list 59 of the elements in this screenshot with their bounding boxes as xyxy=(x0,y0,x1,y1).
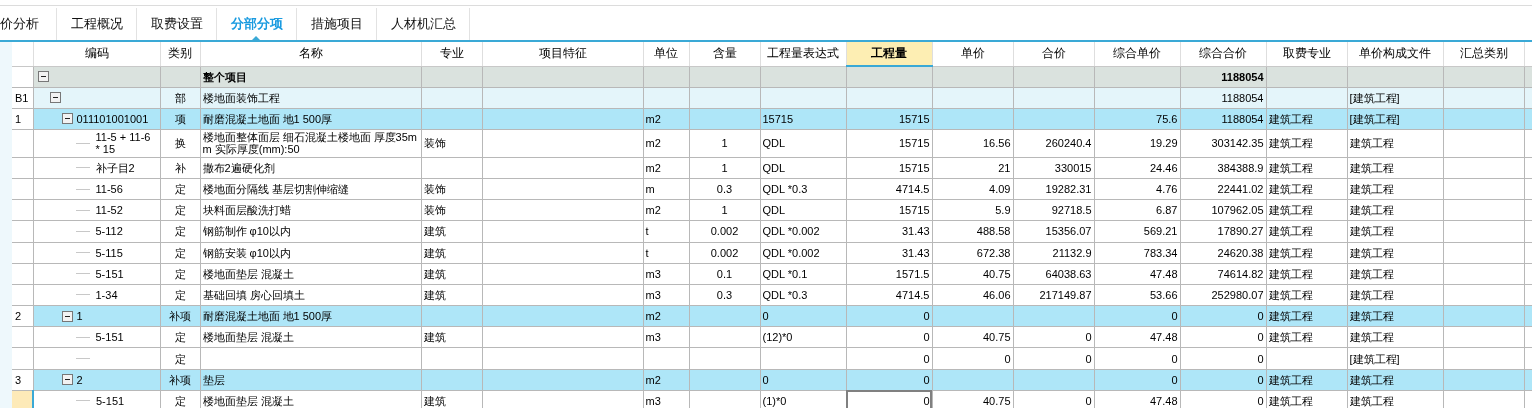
table-cell: 楼地面垫层 混凝土 xyxy=(200,326,421,348)
table-cell: 耐磨混凝土地面 地1 500厚 xyxy=(200,108,421,130)
table-cell: 整个项目 xyxy=(200,66,421,88)
column-header[interactable]: 工程量表达式 xyxy=(760,42,846,66)
table-cell: 钢筋制作 φ10以内 xyxy=(200,220,421,243)
column-header[interactable]: 单位 xyxy=(643,42,689,66)
row-header-cell[interactable]: 1 xyxy=(12,108,33,130)
code-text: 5-151 xyxy=(96,394,125,407)
column-header[interactable]: 汇总类别 xyxy=(1443,42,1524,66)
code-text: 11-5 + 11-6 * 15 xyxy=(95,131,152,156)
table-cell: 装饰 xyxy=(421,129,482,158)
column-header[interactable]: 编码 xyxy=(33,42,160,66)
table-cell: 建筑工程 xyxy=(1266,129,1347,158)
table-cell: 15715 xyxy=(846,129,932,158)
code-text: 补子目2 xyxy=(95,161,135,174)
column-header[interactable]: 单价 xyxy=(932,42,1013,66)
table-cell: 303142.35 xyxy=(1180,129,1266,158)
table-cell: 楼地面分隔线 基层切割伸缩缝 xyxy=(200,178,421,200)
column-header[interactable]: 综合单价 xyxy=(1094,42,1180,66)
table-cell: 1 xyxy=(689,129,760,158)
row-header-cell[interactable]: B1 xyxy=(12,87,33,109)
table-cell: 260240.4 xyxy=(1013,129,1094,158)
code-text: 11-52 xyxy=(95,204,123,217)
column-header[interactable]: 类别 xyxy=(160,42,200,66)
column-header[interactable]: 合价 xyxy=(1013,42,1094,66)
code-text: 5-151 xyxy=(95,267,124,280)
table-cell: 建筑工程 xyxy=(1347,129,1443,158)
table-cell: 钢筋安装 φ10以内 xyxy=(200,242,421,264)
column-header[interactable]: 名称 xyxy=(200,42,421,66)
column-header[interactable]: 工程量 xyxy=(846,42,932,66)
code-text: 5-151 xyxy=(95,331,124,344)
tab[interactable]: 价分析 xyxy=(0,8,57,40)
code-text: 5-112 xyxy=(95,225,123,238)
code-text: 1-34 xyxy=(95,289,118,301)
table-cell: 楼地面装饰工程 xyxy=(200,87,421,109)
table-cell: 基础回填 房心回填土 xyxy=(200,284,421,306)
column-header[interactable]: 项目特征 xyxy=(482,42,643,66)
table-cell: 耐磨混凝土地面 地1 500厚 xyxy=(200,305,421,327)
table-cell: 块料面层酸洗打蜡 xyxy=(200,199,421,221)
table-cell: QDL xyxy=(760,129,846,158)
column-header[interactable]: 单价构成文件 xyxy=(1347,42,1443,66)
table-cell: 楼地面整体面层 细石混凝土楼地面 厚度35mm 实际厚度(mm):50 xyxy=(200,129,421,158)
code-text: 011101001001 xyxy=(76,112,149,125)
code-text: 11-56 xyxy=(95,183,123,196)
column-header[interactable]: 含量 xyxy=(689,42,760,66)
row-header-cell[interactable]: 3 xyxy=(12,369,33,391)
code-text: 5-115 xyxy=(95,246,123,259)
table-cell: 19.29 xyxy=(1094,129,1180,158)
code-text: 2 xyxy=(76,373,83,386)
column-header[interactable]: 综合合价 xyxy=(1180,42,1266,66)
table-cell: 撒布2遍硬化剂 xyxy=(200,157,421,179)
column-header[interactable]: 取费专业 xyxy=(1266,42,1347,66)
code-text: 1 xyxy=(76,310,83,323)
table-cell: 16.56 xyxy=(932,129,1013,158)
row-header-cell[interactable]: 2 xyxy=(12,305,33,327)
table-cell: 楼地面垫层 混凝土 xyxy=(200,263,421,285)
column-header[interactable]: 专业 xyxy=(421,42,482,66)
table-cell: 垫层 xyxy=(200,369,421,391)
table-cell: 0 xyxy=(846,390,932,408)
